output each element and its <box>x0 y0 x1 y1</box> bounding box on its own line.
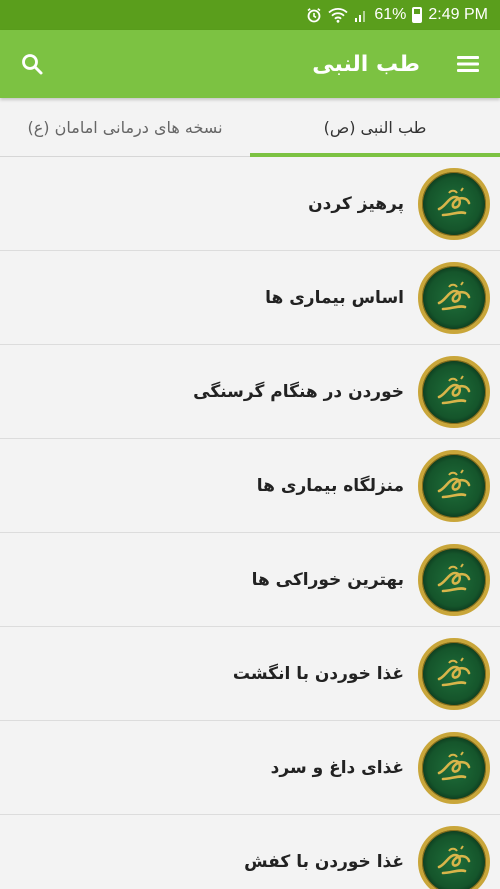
list-item[interactable]: غذا خوردن با کفش <box>0 815 500 889</box>
topic-list[interactable]: پرهیز کردن اساس بیماری ها خوردن در هنگام… <box>0 157 500 889</box>
calligraphy-emblem-icon <box>418 543 490 616</box>
list-item-label: پرهیز کردن <box>308 193 404 214</box>
list-item-label: غذا خوردن با انگشت <box>232 663 404 684</box>
status-bar: 61% 2:49 PM <box>0 0 500 30</box>
search-icon[interactable] <box>18 50 46 78</box>
list-item[interactable]: غذای داغ و سرد <box>0 721 500 815</box>
tab-prophet-medicine[interactable]: طب النبی (ص) <box>250 98 500 157</box>
calligraphy-emblem-icon <box>418 731 490 804</box>
hamburger-menu-icon[interactable] <box>454 50 482 78</box>
app-bar: طب النبی <box>0 30 500 98</box>
app-title: طب النبی <box>312 51 420 77</box>
list-item[interactable]: غذا خوردن با انگشت <box>0 627 500 721</box>
list-item[interactable]: پرهیز کردن <box>0 157 500 251</box>
list-item[interactable]: اساس بیماری ها <box>0 251 500 345</box>
status-time: 2:49 PM <box>428 6 488 23</box>
calligraphy-emblem-icon <box>418 825 490 889</box>
calligraphy-emblem-icon <box>418 355 490 428</box>
signal-icon <box>354 7 368 23</box>
list-item[interactable]: منزلگاه بیماری ها <box>0 439 500 533</box>
tab-bar: نسخه های درمانی امامان (ع) طب النبی (ص) <box>0 98 500 157</box>
list-item-label: بهترین خوراکی ها <box>251 569 404 590</box>
list-item-label: غذای داغ و سرد <box>270 757 404 778</box>
calligraphy-emblem-icon <box>418 261 490 334</box>
list-item[interactable]: بهترین خوراکی ها <box>0 533 500 627</box>
calligraphy-emblem-icon <box>418 449 490 522</box>
alarm-icon <box>306 7 322 23</box>
list-item-label: خوردن در هنگام گرسنگی <box>193 381 404 402</box>
tab-imam-remedies[interactable]: نسخه های درمانی امامان (ع) <box>0 98 250 156</box>
list-item-label: اساس بیماری ها <box>265 287 404 308</box>
wifi-icon <box>328 7 348 23</box>
list-item[interactable]: خوردن در هنگام گرسنگی <box>0 345 500 439</box>
calligraphy-emblem-icon <box>418 167 490 240</box>
calligraphy-emblem-icon <box>418 637 490 710</box>
battery-icon <box>412 7 423 23</box>
list-item-label: غذا خوردن با کفش <box>244 851 404 872</box>
list-item-label: منزلگاه بیماری ها <box>256 475 404 496</box>
battery-percent: 61% <box>374 6 407 23</box>
